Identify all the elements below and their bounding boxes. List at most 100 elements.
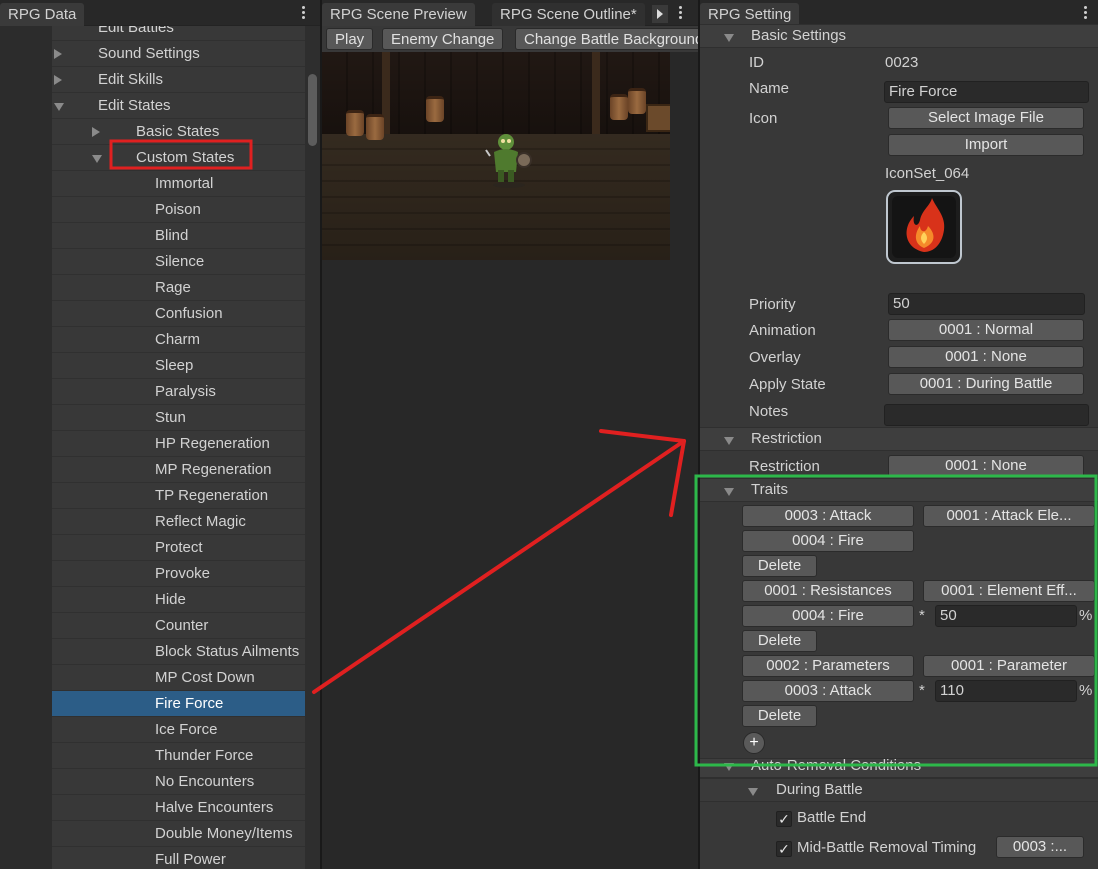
id-label: ID	[749, 54, 764, 71]
battle-end-checkbox[interactable]: ✓	[776, 811, 792, 827]
tree-item[interactable]: Edit Skills	[52, 67, 305, 93]
enemy-change-button[interactable]: Enemy Change	[382, 28, 504, 50]
tree-item[interactable]: Full Power	[52, 847, 305, 869]
tab-rpg-setting[interactable]: RPG Setting	[700, 3, 800, 26]
right-menu-icon[interactable]	[1078, 4, 1092, 22]
tree-item[interactable]: Block Status Ailments	[52, 639, 305, 665]
tree-item[interactable]: Provoke	[52, 561, 305, 587]
tree-item[interactable]: Poison	[52, 197, 305, 223]
tree-item[interactable]: Counter	[52, 613, 305, 639]
tree-item[interactable]: Custom States	[52, 145, 305, 171]
trait-value-dropdown[interactable]: 0004 : Fire	[742, 530, 914, 552]
rpg-data-panel: RPG Data Edit Battles Sound Settings Edit …	[0, 0, 320, 869]
tree-item[interactable]: Immortal	[52, 171, 305, 197]
trait-type-dropdown[interactable]: 0001 : Element Eff...	[923, 580, 1095, 602]
tree-item[interactable]: Hide	[52, 587, 305, 613]
select-image-file-button[interactable]: Select Image File	[888, 107, 1084, 129]
tree-item[interactable]: MP Regeneration	[52, 457, 305, 483]
name-label: Name	[749, 80, 790, 97]
section-title: Restriction	[751, 430, 822, 447]
delete-trait-button[interactable]: Delete	[742, 630, 817, 652]
tree-scrollbar[interactable]	[305, 26, 320, 869]
tree-item[interactable]: Edit States	[52, 93, 305, 119]
tree-item[interactable]: Basic States	[52, 119, 305, 145]
tree-item[interactable]: Blind	[52, 223, 305, 249]
mid-battle-timing-dropdown[interactable]: 0003 :...	[996, 836, 1084, 858]
mid-battle-checkbox[interactable]: ✓	[776, 841, 792, 857]
trait-category-dropdown[interactable]: 0001 : Resistances	[742, 580, 914, 602]
tree-item-label: Fire Force	[155, 695, 224, 712]
tree-item[interactable]: Charm	[52, 327, 305, 353]
restriction-dropdown[interactable]: 0001 : None	[888, 455, 1084, 477]
expand-arrow-icon[interactable]	[92, 127, 100, 137]
tree-item[interactable]: Confusion	[52, 301, 305, 327]
trait-category-dropdown[interactable]: 0002 : Parameters	[742, 655, 914, 677]
tree-item[interactable]: No Encounters	[52, 769, 305, 795]
import-button[interactable]: Import	[888, 134, 1084, 156]
scene-toolbar: Play Enemy Change Change Battle Backgrou…	[322, 26, 698, 52]
tree-item[interactable]: Ice Force	[52, 717, 305, 743]
tree-item-label: MP Regeneration	[155, 461, 272, 478]
data-tree: Edit Battles Sound Settings Edit Skills Edi…	[52, 26, 305, 869]
collapse-arrow-icon[interactable]	[92, 155, 102, 163]
expand-icon	[724, 488, 734, 496]
trait-value-dropdown[interactable]: 0004 : Fire	[742, 605, 914, 627]
name-input[interactable]: Fire Force	[884, 81, 1089, 103]
tree-item[interactable]: Sleep	[52, 353, 305, 379]
collapse-arrow-icon[interactable]	[54, 103, 64, 111]
tree-item-label: No Encounters	[155, 773, 255, 790]
delete-trait-button[interactable]: Delete	[742, 555, 817, 577]
tree-item-label: TP Regeneration	[155, 487, 269, 504]
tree-item[interactable]: MP Cost Down	[52, 665, 305, 691]
trait-category-dropdown[interactable]: 0003 : Attack	[742, 505, 914, 527]
tree-item-label: Stun	[155, 409, 186, 426]
tree-item[interactable]: Rage	[52, 275, 305, 301]
delete-trait-button[interactable]: Delete	[742, 705, 817, 727]
goblin-enemy-sprite[interactable]	[484, 130, 534, 188]
play-button[interactable]: Play	[326, 28, 374, 50]
tree-item[interactable]: Double Money/Items	[52, 821, 305, 847]
during-battle-header[interactable]: During Battle	[700, 778, 1098, 802]
right-tabbar: RPG Setting	[700, 0, 1098, 26]
tree-item[interactable]: Edit Battles	[52, 26, 305, 41]
tree-item[interactable]: Stun	[52, 405, 305, 431]
icon-label: Icon	[749, 110, 778, 127]
center-menu-icon[interactable]	[673, 4, 687, 22]
trait-amount-input[interactable]: 110	[935, 680, 1077, 702]
restriction-header[interactable]: Restriction	[700, 427, 1098, 451]
animation-dropdown[interactable]: 0001 : Normal	[888, 319, 1084, 341]
tree-item[interactable]: HP Regeneration	[52, 431, 305, 457]
tab-overflow-icon[interactable]	[652, 5, 668, 23]
overlay-dropdown[interactable]: 0001 : None	[888, 346, 1084, 368]
expand-arrow-icon[interactable]	[54, 49, 62, 59]
trait-value-dropdown[interactable]: 0003 : Attack	[742, 680, 914, 702]
tree-item-label: Edit States	[98, 97, 171, 114]
tree-item[interactable]: Protect	[52, 535, 305, 561]
tree-item[interactable]: Halve Encounters	[52, 795, 305, 821]
notes-input[interactable]	[884, 404, 1089, 426]
tree-item[interactable]: Silence	[52, 249, 305, 275]
tab-rpg-data[interactable]: RPG Data	[0, 3, 85, 26]
change-battle-background-button[interactable]: Change Battle Background	[515, 28, 698, 50]
basic-settings-header[interactable]: Basic Settings	[700, 24, 1098, 48]
tree-scrollbar-thumb[interactable]	[308, 74, 317, 146]
expand-icon	[724, 34, 734, 42]
tree-item[interactable]: Fire Force	[52, 691, 305, 717]
tree-item[interactable]: Thunder Force	[52, 743, 305, 769]
trait-amount-input[interactable]: 50	[935, 605, 1077, 627]
tab-scene-preview[interactable]: RPG Scene Preview	[322, 3, 475, 26]
apply-state-dropdown[interactable]: 0001 : During Battle	[888, 373, 1084, 395]
trait-type-dropdown[interactable]: 0001 : Attack Ele...	[923, 505, 1095, 527]
add-trait-button[interactable]: +	[743, 732, 765, 754]
traits-header[interactable]: Traits	[700, 478, 1098, 502]
tab-scene-outline[interactable]: RPG Scene Outline*	[492, 3, 645, 26]
tree-item[interactable]: TP Regeneration	[52, 483, 305, 509]
priority-input[interactable]: 50	[888, 293, 1085, 315]
expand-arrow-icon[interactable]	[54, 75, 62, 85]
tree-item[interactable]: Reflect Magic	[52, 509, 305, 535]
trait-type-dropdown[interactable]: 0001 : Parameter	[923, 655, 1095, 677]
left-menu-icon[interactable]	[296, 4, 310, 22]
tree-item[interactable]: Sound Settings	[52, 41, 305, 67]
tree-item[interactable]: Paralysis	[52, 379, 305, 405]
auto-removal-header[interactable]: Auto-Removal Conditions	[700, 757, 1098, 778]
